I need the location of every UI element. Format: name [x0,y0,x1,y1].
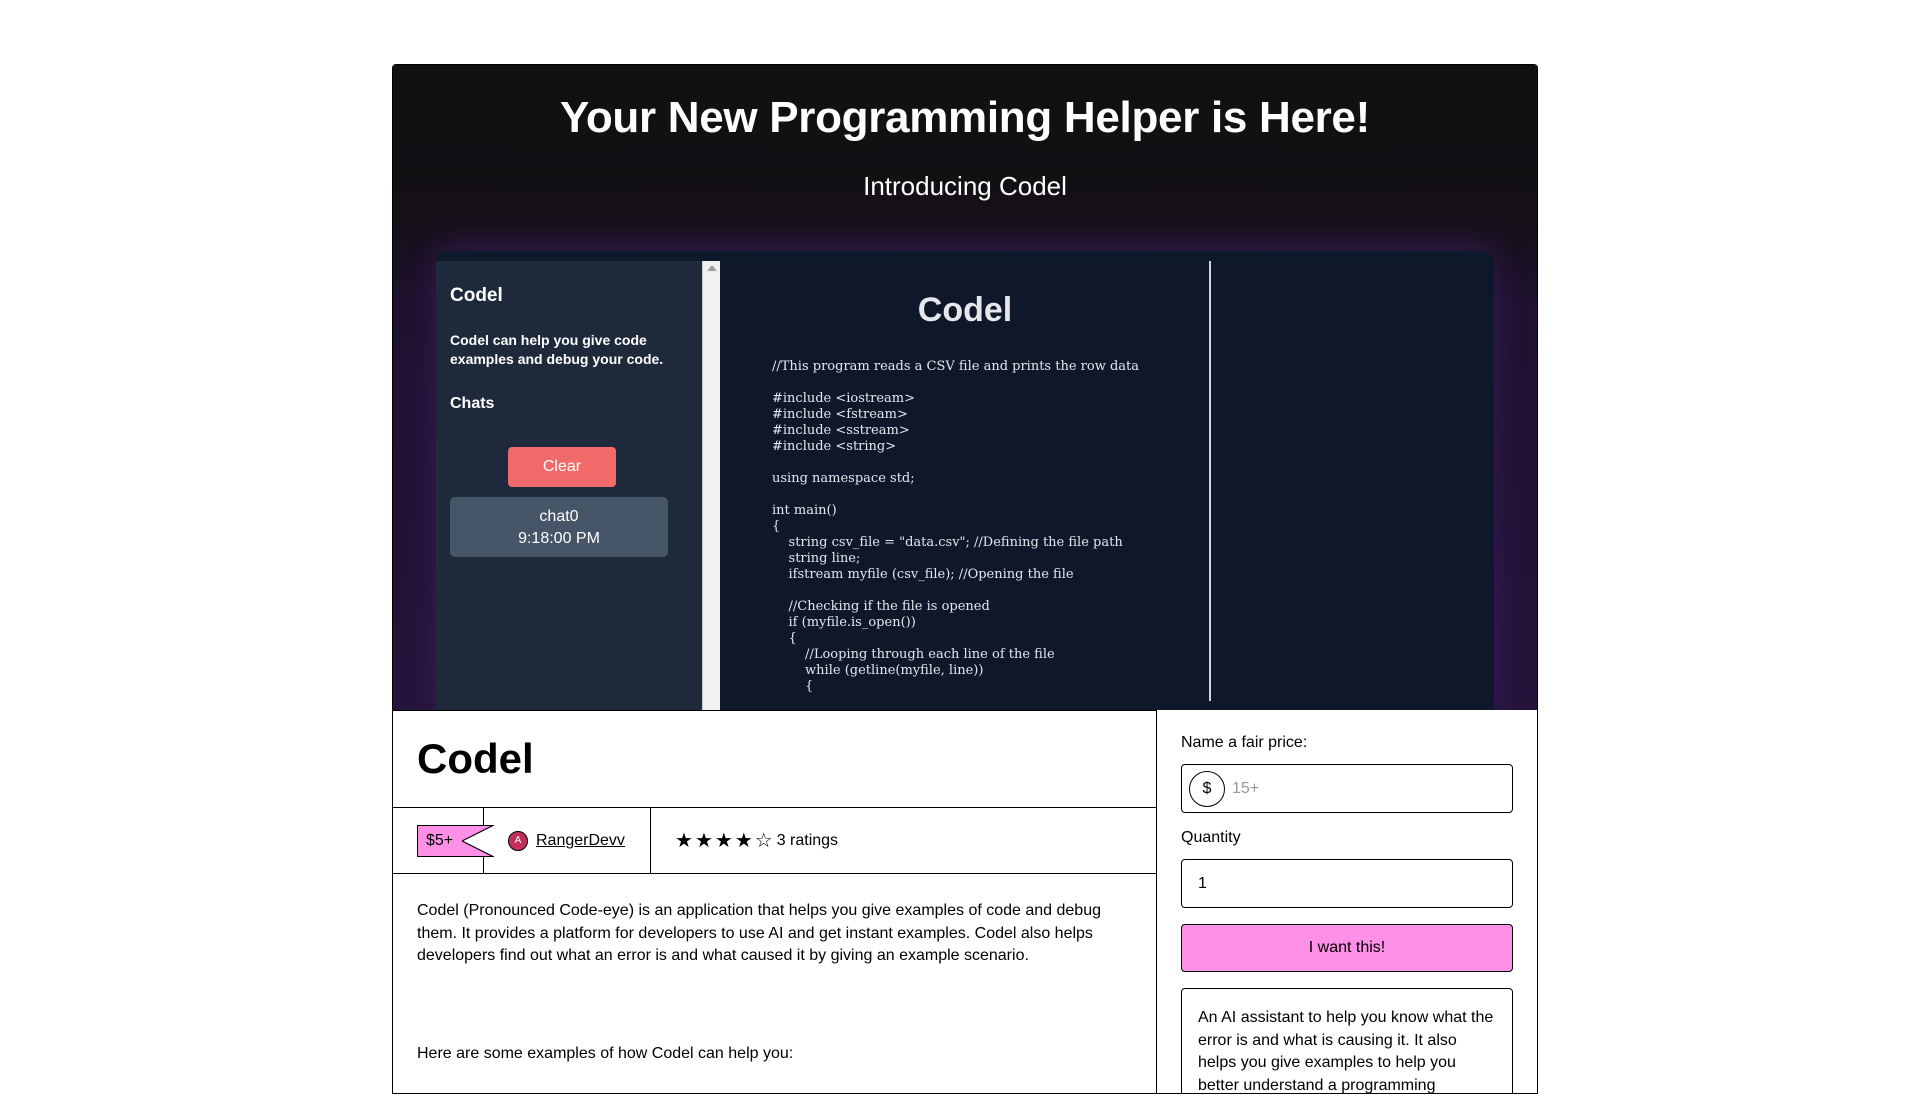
star-filled-icon: ★ [675,829,693,852]
price-badge: $5+ [417,824,495,857]
hero-subtitle: Introducing Codel [863,171,1067,201]
star-filled-icon: ★ [714,829,733,852]
price-field[interactable]: $ [1181,764,1513,813]
product-title: Codel [393,710,1157,808]
app-scrollbar [702,261,720,710]
star-filled-icon: ★ [694,829,713,852]
avatar[interactable]: A [508,830,528,851]
quantity-input[interactable] [1181,859,1513,908]
app-divider [1209,261,1211,701]
app-main-panel: Codel //This program reads a CSV file an… [720,261,1494,710]
app-sidebar: Codel Codel can help you give code examp… [436,261,702,710]
buy-button[interactable]: I want this! [1181,924,1513,972]
rating-count: 3 ratings [776,831,839,849]
author-link[interactable]: RangerDevv [536,832,625,850]
rating-cell[interactable]: ★ ★ ★ ★ ☆ 3 ratings [651,808,862,873]
app-chat-name: chat0 [539,508,579,525]
product-info: Codel $5+ A RangerDevv ★ ★ ★ ★ ☆ 3 ratin… [393,710,1157,1093]
product-description: Codel (Pronounced Code-eye) is an applic… [417,902,1101,964]
app-chats-heading: Chats [450,395,495,412]
purchase-panel: Name a fair price: $ Quantity I want thi… [1157,710,1537,1093]
app-main-title: Codel [917,291,1013,329]
star-filled-icon: ★ [734,829,753,852]
hero-title: Your New Programming Helper is Here! [560,93,1370,142]
app-clear-button: Clear [508,447,616,487]
product-summary: An AI assistant to help you know what th… [1181,988,1513,1093]
author-cell[interactable]: A RangerDevv [484,808,651,873]
app-chat-item: chat0 9:18:00 PM [450,497,668,557]
app-code-block: //This program reads a CSV file and prin… [772,359,1140,694]
examples-intro: Here are some examples of how Codel can … [417,1045,794,1062]
currency-symbol: $ [1189,771,1225,807]
app-screenshot: Codel Codel can help you give code examp… [436,251,1494,710]
price-cell: $5+ [393,808,495,873]
price-badge-edge [462,824,495,857]
quantity-label: Quantity [1181,829,1241,846]
price-label: Name a fair price: [1181,734,1308,751]
product-meta-row: $5+ A RangerDevv ★ ★ ★ ★ ☆ 3 ratings [393,808,1157,874]
product-cover: Your New Programming Helper is Here! Int… [393,65,1537,710]
star-outline-icon: ☆ [754,829,773,852]
product-card: Your New Programming Helper is Here! Int… [392,64,1538,1094]
scroll-up-arrow-icon [707,265,717,271]
app-sidebar-title: Codel [450,285,503,306]
rating-stars[interactable]: ★ ★ ★ ★ ☆ 3 ratings [675,831,838,851]
price-input[interactable] [1232,773,1502,805]
app-sidebar-description: Codel can help you give code examples an… [450,332,664,367]
price-badge-text: $5+ [426,831,454,849]
app-chat-time: 9:18:00 PM [518,530,600,547]
